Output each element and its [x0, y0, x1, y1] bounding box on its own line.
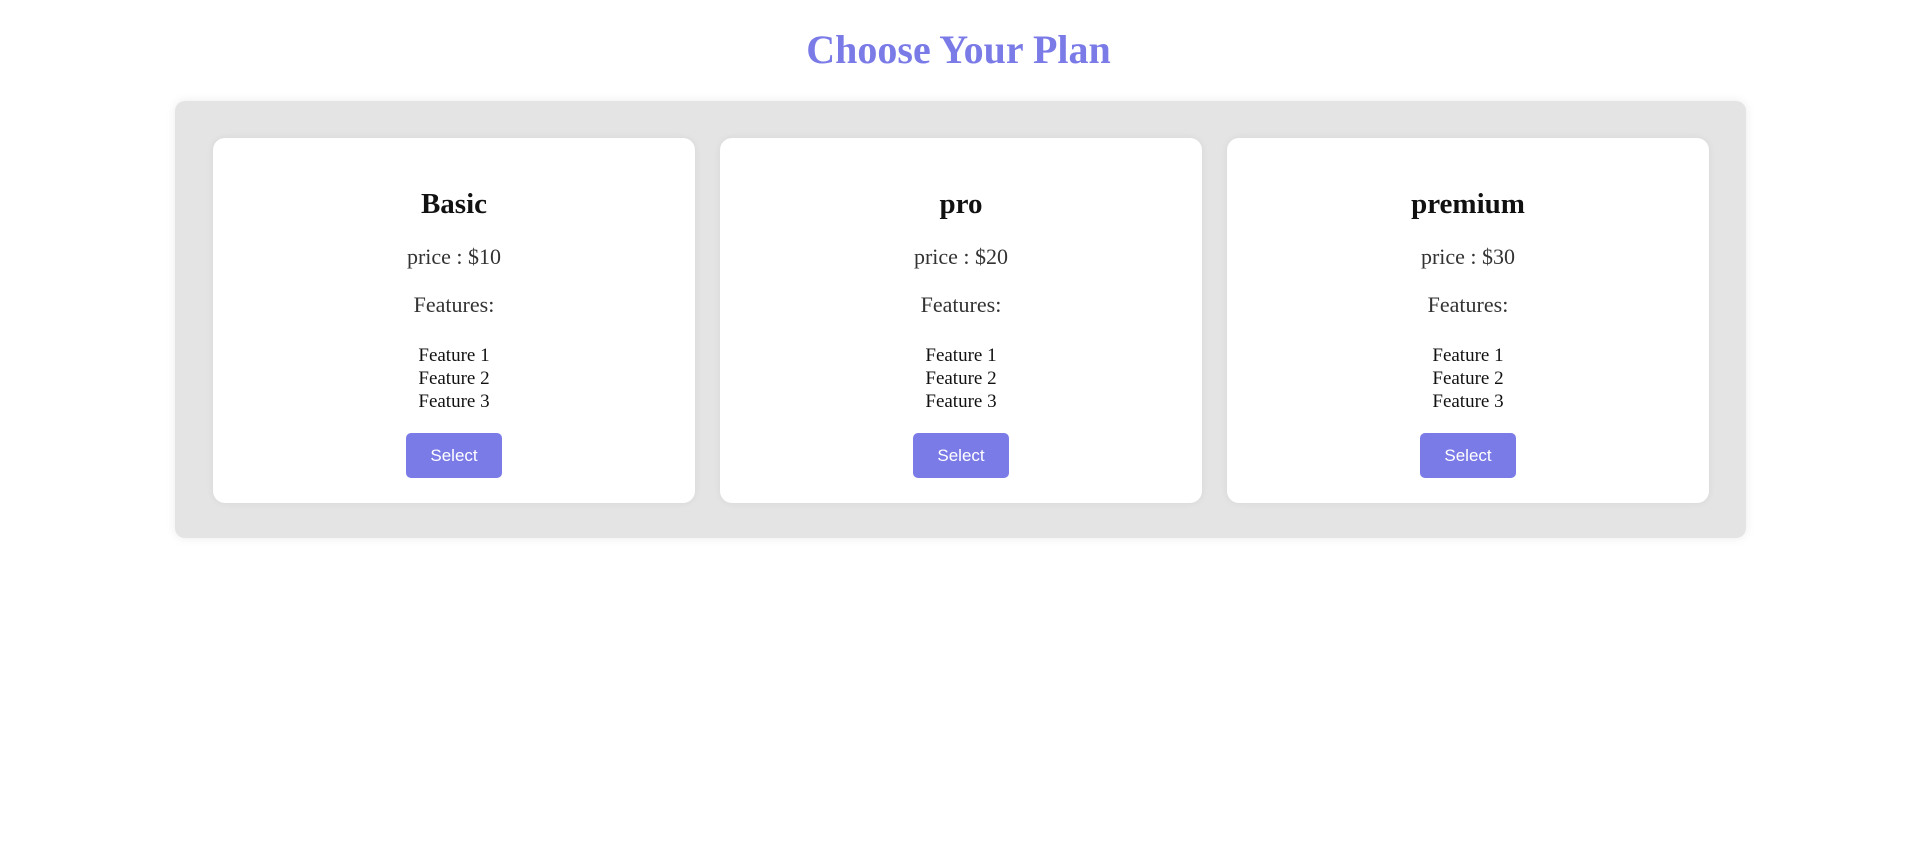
feature-item: Feature 2 — [925, 368, 997, 389]
select-premium-button[interactable]: Select — [1420, 433, 1516, 478]
page-title: Choose Your Plan — [806, 27, 1111, 72]
feature-item: Feature 3 — [925, 391, 997, 412]
plan-name: pro — [939, 188, 983, 220]
features-label: Features: — [920, 292, 1002, 317]
plan-name: premium — [1411, 188, 1525, 220]
plan-price: price : $10 — [406, 244, 502, 269]
plan-price: price : $20 — [913, 244, 1009, 269]
features-list: Feature 1 Feature 2 Feature 3 — [213, 344, 695, 413]
plan-price: price : $30 — [1420, 244, 1516, 269]
feature-item: Feature 2 — [418, 368, 490, 389]
features-label: Features: — [1427, 292, 1509, 317]
feature-item: Feature 1 — [925, 345, 997, 366]
feature-item: Feature 3 — [418, 391, 490, 412]
plans-container: Basic price : $10 Features: Feature 1 Fe… — [175, 101, 1746, 538]
features-label: Features: — [413, 292, 495, 317]
plan-name: Basic — [420, 188, 488, 220]
feature-item: Feature 1 — [1432, 345, 1504, 366]
select-basic-button[interactable]: Select — [406, 433, 502, 478]
plan-card-premium: premium price : $30 Features: Feature 1 … — [1227, 138, 1709, 503]
features-list: Feature 1 Feature 2 Feature 3 — [1227, 344, 1709, 413]
plan-card-basic: Basic price : $10 Features: Feature 1 Fe… — [213, 138, 695, 503]
plan-card-pro: pro price : $20 Features: Feature 1 Feat… — [720, 138, 1202, 503]
feature-item: Feature 2 — [1432, 368, 1504, 389]
features-list: Feature 1 Feature 2 Feature 3 — [720, 344, 1202, 413]
feature-item: Feature 1 — [418, 345, 490, 366]
feature-item: Feature 3 — [1432, 391, 1504, 412]
select-pro-button[interactable]: Select — [913, 433, 1009, 478]
